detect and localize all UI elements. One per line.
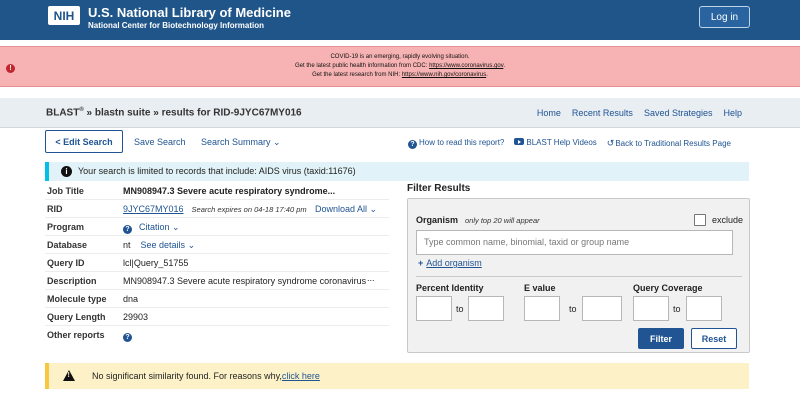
question-icon: ? — [408, 140, 417, 149]
percent-identity-min-input[interactable] — [416, 296, 452, 321]
detail-row-query-id: Query ID lcl|Query_51755 — [45, 254, 389, 272]
description-more[interactable]: ... — [367, 273, 375, 283]
detail-row-rid: RID 9JYC67MY016 Search expires on 04-18 1… — [45, 200, 389, 218]
to-label: to — [456, 304, 464, 314]
query-coverage-label: Query Coverage — [633, 283, 703, 293]
breadcrumb-bar: BLAST® » blastn suite » results for RID-… — [0, 98, 800, 128]
chevron-down-icon: ⌄ — [273, 137, 281, 147]
nav-saved-strategies[interactable]: Saved Strategies — [644, 108, 713, 118]
e-value-max-input[interactable] — [582, 296, 622, 321]
breadcrumb-path[interactable]: » blastn suite » results for RID-9JYC67M… — [84, 107, 302, 118]
detail-row-program: Program ? Citation ⌄ — [45, 218, 389, 236]
chevron-down-icon: ⌄ — [172, 222, 180, 232]
question-icon[interactable]: ? — [123, 333, 132, 342]
detail-row-job-title: Job Title MN908947.3 Severe acute respir… — [45, 182, 389, 200]
to-label: to — [673, 304, 681, 314]
e-value-min-input[interactable] — [524, 296, 560, 321]
nav-recent-results[interactable]: Recent Results — [572, 108, 633, 118]
alert-icon: ! — [6, 64, 15, 73]
search-details: Job Title MN908947.3 Severe acute respir… — [45, 182, 389, 344]
filter-results-title: Filter Results — [407, 183, 471, 194]
download-all-dropdown[interactable]: Download All ⌄ — [315, 204, 377, 215]
nav-home[interactable]: Home — [537, 108, 561, 118]
nav-help[interactable]: Help — [723, 108, 742, 118]
chevron-down-icon: ⌄ — [187, 240, 196, 250]
detail-row-molecule: Molecule type dna — [45, 290, 389, 308]
nih-logo[interactable]: NIH — [48, 6, 80, 25]
e-value-label: E value — [524, 283, 556, 293]
save-search-link[interactable]: Save Search — [134, 137, 186, 147]
how-to-read-link[interactable]: ? How to read this report? — [408, 138, 504, 149]
click-here-link[interactable]: click here — [282, 371, 320, 381]
login-button[interactable]: Log in — [699, 6, 750, 28]
ncbi-subtitle: National Center for Biotechnology Inform… — [88, 21, 265, 30]
citation-dropdown[interactable]: Citation ⌄ — [139, 222, 180, 232]
back-traditional-link[interactable]: ↺Back to Traditional Results Page — [607, 138, 731, 149]
top-nav: Home Recent Results Saved Strategies Hel… — [537, 108, 742, 118]
exclude-label: exclude — [712, 215, 744, 225]
organism-input[interactable]: Type common name, binomial, taxid or gro… — [416, 230, 733, 255]
nlm-title[interactable]: U.S. National Library of Medicine — [88, 5, 291, 20]
add-organism-link[interactable]: + Add organism — [418, 258, 482, 268]
molecule-value: dna — [123, 294, 139, 304]
covid-line-1: COVID-19 is an emerging, rapidly evolvin… — [330, 54, 470, 60]
info-banner: i Your search is limited to records that… — [45, 162, 749, 181]
length-value: 29903 — [123, 312, 149, 322]
exclude-checkbox[interactable] — [694, 214, 706, 226]
cdc-link[interactable]: https://www.coronavirus.gov — [429, 63, 503, 69]
plus-icon: + — [418, 258, 424, 268]
breadcrumb: BLAST® » blastn suite » results for RID-… — [46, 107, 302, 119]
breadcrumb-blast[interactable]: BLAST — [46, 107, 79, 118]
search-summary-dropdown[interactable]: Search Summary ⌄ — [201, 137, 281, 148]
organism-label: Organism — [416, 215, 459, 225]
back-arrow-icon: ↺ — [606, 138, 615, 148]
help-links: ? How to read this report? BLAST Help Vid… — [408, 138, 731, 149]
rid-link[interactable]: 9JYC67MY016 — [123, 204, 184, 214]
reset-button[interactable]: Reset — [691, 328, 737, 349]
no-results-warning: No significant similarity found. For rea… — [45, 363, 749, 389]
nih-link[interactable]: https://www.nih.gov/coronavirus — [402, 72, 486, 78]
description-value: MN908947.3 Severe acute respiratory synd… — [123, 276, 367, 286]
info-icon: i — [61, 166, 72, 177]
detail-row-length: Query Length 29903 — [45, 308, 389, 326]
detail-row-other-reports: Other reports ? — [45, 326, 389, 344]
query-coverage-max-input[interactable] — [686, 296, 722, 321]
help-videos-link[interactable]: BLAST Help Videos — [514, 138, 597, 149]
covid-banner: ! COVID-19 is an emerging, rapidly evolv… — [0, 46, 800, 87]
site-header: NIH U.S. National Library of Medicine Na… — [0, 0, 800, 40]
percent-identity-label: Percent Identity — [416, 283, 484, 293]
job-title-value: MN908947.3 Severe acute respiratory synd… — [123, 186, 336, 196]
edit-search-button[interactable]: < Edit Search — [45, 130, 123, 153]
filter-panel: Organism only top 20 will appear exclude… — [407, 198, 750, 353]
detail-row-description: Description MN908947.3 Severe acute resp… — [45, 272, 389, 290]
filter-button[interactable]: Filter — [638, 328, 684, 349]
query-coverage-min-input[interactable] — [633, 296, 669, 321]
warning-icon — [63, 370, 75, 381]
divider — [416, 276, 742, 277]
question-icon[interactable]: ? — [123, 225, 132, 234]
info-text: Your search is limited to records that i… — [78, 166, 356, 176]
organism-note: only top 20 will appear — [465, 216, 540, 225]
covid-line-2: Get the latest public health information… — [295, 63, 505, 69]
see-details-dropdown[interactable]: See details ⌄ — [141, 240, 196, 250]
covid-line-3: Get the latest research from NIH: https:… — [312, 72, 488, 78]
query-id-value: lcl|Query_51755 — [123, 258, 189, 268]
chevron-down-icon: ⌄ — [369, 204, 378, 214]
to-label: to — [569, 304, 577, 314]
detail-row-database: Database nt See details ⌄ — [45, 236, 389, 254]
video-icon — [514, 138, 525, 145]
percent-identity-max-input[interactable] — [468, 296, 504, 321]
rid-expiry: Search expires on 04-18 17:40 pm — [191, 205, 307, 214]
